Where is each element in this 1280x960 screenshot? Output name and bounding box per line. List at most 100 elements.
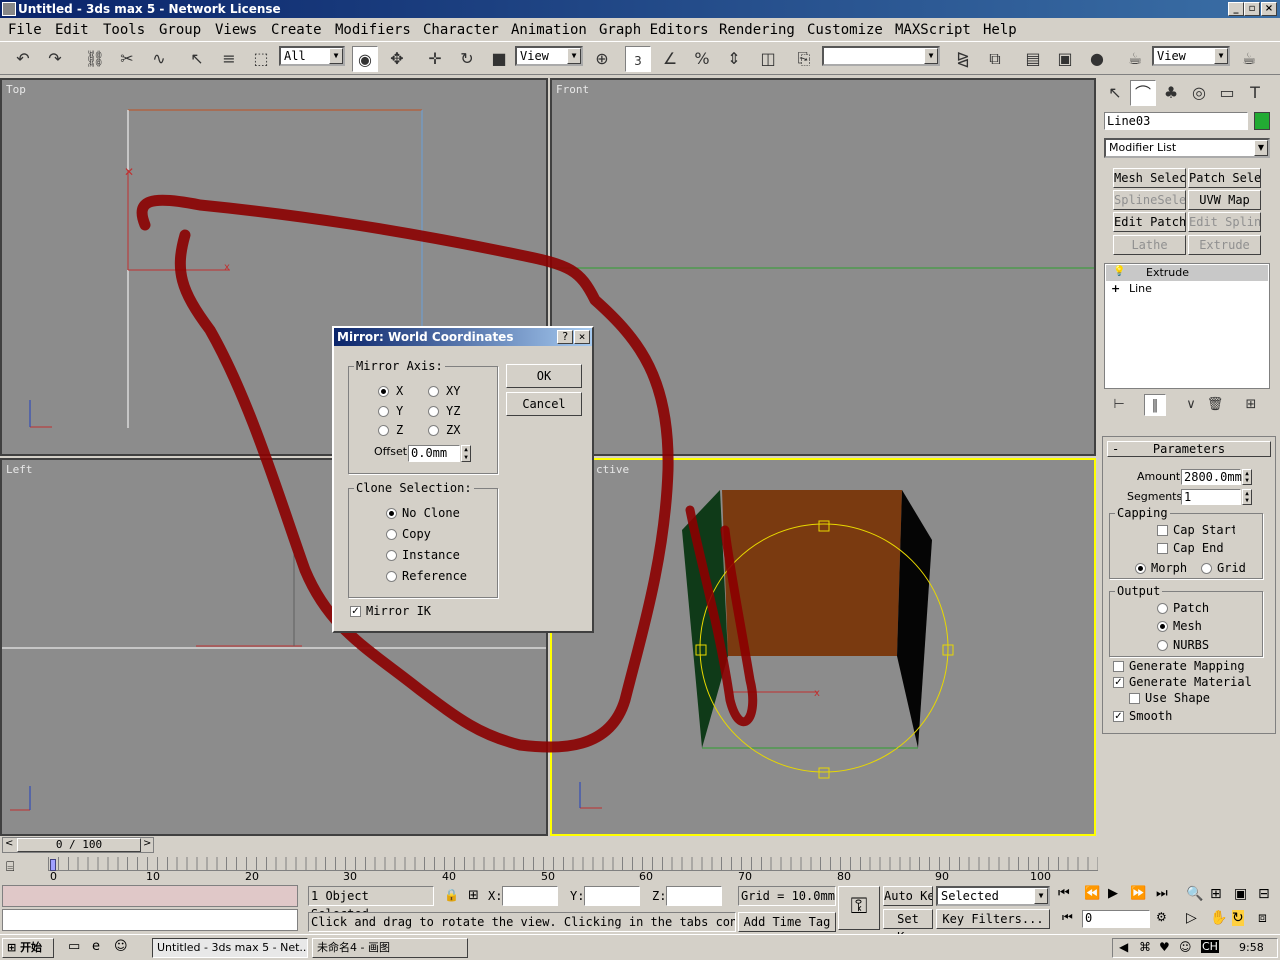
help-button[interactable]: ?	[557, 330, 573, 344]
expand-plus-icon[interactable]: +	[1111, 282, 1120, 295]
utilities-tab-icon[interactable]: T	[1242, 80, 1268, 106]
maxscript-listener-mini[interactable]	[2, 885, 298, 907]
remove-modifier-icon[interactable]: 🗑	[1204, 394, 1226, 416]
copy-radio[interactable]	[386, 529, 397, 540]
pan-icon[interactable]: ✋	[1210, 910, 1227, 926]
modifier-list-dropdown[interactable]: Modifier List ▼	[1104, 138, 1270, 158]
output-mesh-radio[interactable]	[1157, 621, 1168, 632]
edit-spline-button[interactable]: Edit Spline	[1188, 212, 1261, 232]
set-key-icon[interactable]: ⚿	[838, 886, 880, 930]
object-color-swatch[interactable]	[1254, 112, 1270, 130]
motion-tab-icon[interactable]: ◎	[1186, 80, 1212, 106]
output-patch-radio[interactable]	[1157, 603, 1168, 614]
next-frame-button-icon[interactable]: ⏩	[1130, 886, 1146, 901]
amount-spinner[interactable]: ▲ ▼	[1242, 469, 1252, 485]
zoom-all-icon[interactable]: ⊞	[1210, 886, 1222, 902]
axis-yz-radio[interactable]	[428, 406, 439, 417]
grid-radio[interactable]	[1201, 563, 1212, 574]
key-filters-button[interactable]: Key Filters...	[936, 909, 1050, 929]
go-to-start-icon[interactable]: ⏮	[1058, 886, 1070, 901]
axis-y-radio[interactable]	[378, 406, 389, 417]
ok-button[interactable]: OK	[506, 364, 582, 388]
show-end-result-icon[interactable]: ‖	[1144, 394, 1166, 416]
cancel-button[interactable]: Cancel	[506, 392, 582, 416]
maximize-viewport-icon[interactable]: ⧈	[1258, 910, 1267, 926]
axis-xy-radio[interactable]	[428, 386, 439, 397]
start-button[interactable]: ⊞ 开始	[2, 938, 54, 958]
modify-tab-icon[interactable]: ⌒	[1130, 80, 1156, 106]
x-coord-input[interactable]	[502, 886, 558, 906]
task-3dsmax[interactable]: Untitled - 3ds max 5 - Net...	[152, 938, 308, 958]
extrude-button[interactable]: Extrude	[1188, 235, 1261, 255]
current-frame-input[interactable]: 0	[1082, 910, 1150, 928]
mesh-select-button[interactable]: Mesh Select	[1113, 168, 1186, 188]
cap-start-checkbox[interactable]	[1157, 525, 1168, 536]
instance-radio[interactable]	[386, 550, 397, 561]
output-nurbs-radio[interactable]	[1157, 640, 1168, 651]
key-mode-dropdown[interactable]: Selected ▼	[936, 886, 1050, 906]
offset-input[interactable]: 0.0mm	[408, 445, 460, 462]
key-mode-toggle-icon[interactable]: ⏮	[1062, 910, 1073, 925]
time-slider[interactable]: < 0 / 100 >	[2, 837, 154, 853]
edit-patch-button[interactable]: Edit Patch	[1113, 212, 1186, 232]
display-tab-icon[interactable]: ▭	[1214, 80, 1240, 106]
smooth-checkbox[interactable]: ✓	[1113, 711, 1124, 722]
uvw-map-button[interactable]: UVW Map	[1188, 190, 1261, 210]
arc-rotate-icon[interactable]: ↻	[1232, 910, 1244, 926]
offset-spinner[interactable]: ▲ ▼	[461, 445, 471, 462]
make-unique-icon[interactable]: ∨	[1180, 394, 1202, 416]
hierarchy-tab-icon[interactable]: ♣	[1158, 80, 1184, 106]
ie-icon[interactable]: e	[92, 939, 100, 954]
generate-mapping-checkbox[interactable]	[1113, 661, 1124, 672]
configure-sets-icon[interactable]: ⊞	[1240, 394, 1262, 416]
segments-input[interactable]: 1	[1181, 489, 1241, 505]
absolute-mode-icon[interactable]: ⊞	[468, 888, 479, 903]
lock-selection-icon[interactable]: 🔒	[444, 888, 459, 902]
next-frame-icon[interactable]: >	[143, 838, 151, 849]
time-slider-thumb[interactable]: 0 / 100	[17, 838, 141, 852]
segments-spinner[interactable]: ▲ ▼	[1242, 489, 1252, 505]
show-desktop-icon[interactable]: ▭	[68, 939, 80, 954]
stack-item-line[interactable]: Line	[1129, 282, 1152, 295]
no-clone-radio[interactable]	[386, 508, 397, 519]
qq-icon[interactable]: ☺	[114, 939, 128, 954]
generate-material-checkbox[interactable]: ✓	[1113, 677, 1124, 688]
tray-qq-icon[interactable]: ☺	[1179, 940, 1192, 954]
antivirus-icon[interactable]: ♥	[1159, 940, 1170, 954]
network-icon[interactable]: ⌘	[1139, 940, 1151, 954]
zoom-extents-icon[interactable]: ▣	[1234, 886, 1247, 902]
set-key-button[interactable]: Set Key	[883, 909, 933, 944]
play-icon[interactable]: ▶	[1108, 886, 1118, 901]
object-name-input[interactable]: Line03	[1104, 112, 1248, 130]
stack-item-extrude[interactable]: Extrude	[1106, 265, 1268, 281]
morph-radio[interactable]	[1135, 563, 1146, 574]
reference-radio[interactable]	[386, 571, 397, 582]
axis-z-radio[interactable]	[378, 425, 389, 436]
z-coord-input[interactable]	[666, 886, 722, 906]
maxscript-output-mini[interactable]	[2, 909, 298, 931]
bulb-icon[interactable]: 💡	[1113, 266, 1125, 277]
amount-input[interactable]: 2800.0mm	[1181, 469, 1242, 485]
zoom-extents-all-icon[interactable]: ⊟	[1258, 886, 1270, 902]
go-to-end-icon[interactable]: ⏭	[1156, 886, 1168, 901]
add-time-tag-button[interactable]: Add Time Tag	[738, 912, 836, 932]
field-of-view-icon[interactable]: ▷	[1186, 910, 1197, 926]
create-tab-icon[interactable]: ↖	[1102, 80, 1128, 106]
patch-select-button[interactable]: Patch Select	[1188, 168, 1261, 188]
axis-x-radio[interactable]	[378, 386, 389, 397]
cap-end-checkbox[interactable]	[1157, 543, 1168, 554]
track-bar[interactable]: ⌸ 0 10 20 30 40 50 60 70 80 90 100	[0, 855, 1100, 885]
input-language-icon[interactable]: CH	[1201, 940, 1219, 953]
time-configuration-icon[interactable]: ⚙	[1156, 910, 1167, 924]
parameters-rollout-header[interactable]: - Parameters	[1107, 441, 1271, 457]
auto-key-button[interactable]: Auto Key	[883, 886, 933, 906]
task-paint[interactable]: 未命名4 - 画图	[312, 938, 468, 958]
previous-frame-icon[interactable]: ⏪	[1084, 886, 1100, 901]
zoom-icon[interactable]: 🔍	[1186, 886, 1203, 902]
axis-zx-radio[interactable]	[428, 425, 439, 436]
volume-icon[interactable]: ◀	[1119, 940, 1128, 954]
lathe-button[interactable]: Lathe	[1113, 235, 1186, 255]
spline-select-button[interactable]: SplineSelect	[1113, 190, 1186, 210]
mini-curve-editor-icon[interactable]: ⌸	[6, 859, 14, 875]
pin-stack-icon[interactable]: ⊢	[1108, 394, 1130, 416]
